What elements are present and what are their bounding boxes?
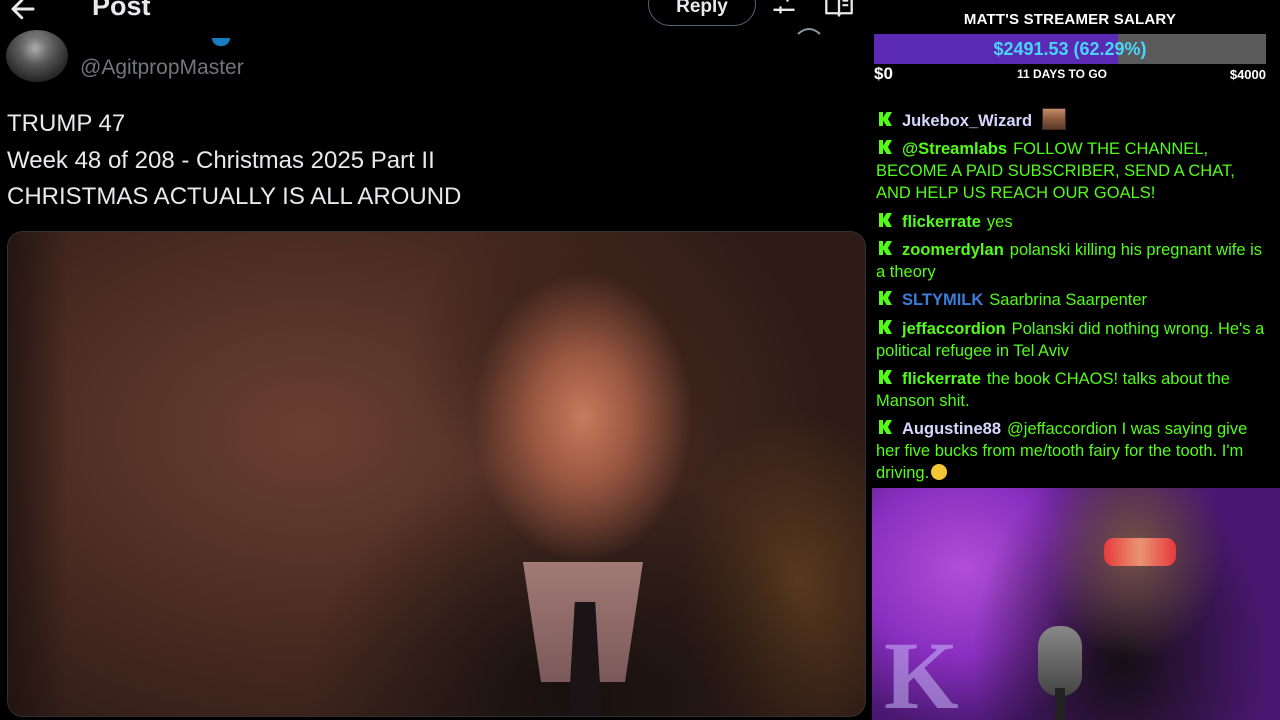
kick-badge-icon bbox=[879, 140, 893, 154]
chat-message: Jukebox_Wizard bbox=[876, 108, 1268, 132]
kick-badge-icon bbox=[879, 420, 893, 434]
chat-message: jeffaccordion Polanski did nothing wrong.… bbox=[876, 318, 1268, 362]
chat-username[interactable]: zoomerdylan bbox=[902, 241, 1004, 259]
post-pane: Post Reply @AgitpropMaster TRUMP 47 Week… bbox=[0, 0, 872, 720]
salary-days-remaining: 11 DAYS TO GO bbox=[1016, 67, 1108, 81]
kick-badge-icon bbox=[879, 112, 893, 126]
kick-badge-icon bbox=[879, 241, 893, 255]
salary-progress-bar: $2491.53 (62.29%) bbox=[874, 34, 1266, 64]
filter-settings-icon[interactable] bbox=[770, 0, 798, 18]
webcam-microphone bbox=[1038, 626, 1082, 696]
webcam-background-logo: K bbox=[884, 622, 959, 720]
chat-username[interactable]: Augustine88 bbox=[902, 420, 1001, 438]
chat-username[interactable]: jeffaccordion bbox=[902, 320, 1006, 338]
page-title: Post bbox=[92, 0, 151, 21]
verified-badge-icon bbox=[212, 38, 230, 46]
post-text: TRUMP 47 Week 48 of 208 - Christmas 2025… bbox=[7, 106, 847, 216]
reply-button[interactable]: Reply bbox=[648, 0, 756, 26]
chat-message: @Streamlabs FOLLOW THE CHANNEL, BECOME A … bbox=[876, 138, 1268, 204]
chat-username[interactable]: @Streamlabs bbox=[902, 140, 1007, 158]
chat-message: Augustine88 @jeffaccordion I was saying g… bbox=[876, 418, 1268, 484]
salary-max-label: $4000 bbox=[1229, 67, 1266, 82]
upside-down-face-emoji-icon bbox=[931, 464, 948, 480]
more-options-icon[interactable] bbox=[796, 24, 822, 38]
chat-text: yes bbox=[986, 213, 1013, 231]
chat-message: flickerrate the book CHAOS! talks about t… bbox=[876, 368, 1268, 412]
webcam-feed: K bbox=[872, 488, 1280, 720]
kick-badge-icon bbox=[879, 291, 893, 305]
post-text-line: CHRISTMAS ACTUALLY IS ALL AROUND bbox=[7, 183, 462, 210]
webcam-streamer-glasses bbox=[1104, 538, 1176, 566]
avatar[interactable] bbox=[6, 30, 68, 82]
chat-message: SLTYMILK Saarbrina Saarpenter bbox=[876, 289, 1268, 311]
salary-goal-widget: MATT'S STREAMER SALARY $2491.53 (62.29%)… bbox=[872, 0, 1280, 92]
webcam-microphone-stand bbox=[1055, 688, 1065, 720]
post-header: Post Reply bbox=[0, 0, 872, 35]
kick-badge-icon bbox=[879, 213, 893, 227]
reader-mode-icon[interactable] bbox=[824, 0, 854, 18]
salary-amount: $2491.53 (62.29%) bbox=[993, 39, 1147, 59]
post-text-line: Week 48 of 208 - Christmas 2025 Part II bbox=[7, 146, 435, 174]
author-handle[interactable]: @AgitpropMaster bbox=[80, 55, 244, 81]
back-arrow-icon[interactable] bbox=[8, 0, 38, 24]
kick-badge-icon bbox=[879, 320, 893, 334]
chat-message: zoomerdylan polanski killing his pregnant… bbox=[876, 239, 1268, 283]
post-text-line: TRUMP 47 bbox=[7, 110, 126, 137]
post-video[interactable] bbox=[7, 231, 866, 717]
chat-panel: Jukebox_Wizard @Streamlabs FOLLOW THE CHA… bbox=[872, 106, 1280, 490]
chat-username[interactable]: flickerrate bbox=[902, 213, 981, 231]
chat-username[interactable]: flickerrate bbox=[902, 370, 981, 388]
chat-username[interactable]: Jukebox_Wizard bbox=[902, 112, 1032, 130]
video-frame-shade bbox=[8, 232, 68, 716]
chat-message: flickerrate yes bbox=[876, 211, 1268, 233]
chat-text: Saarbrina Saarpenter bbox=[989, 291, 1148, 309]
chat-username[interactable]: SLTYMILK bbox=[902, 291, 983, 309]
salary-goal-title: MATT'S STREAMER SALARY bbox=[963, 11, 1177, 28]
kick-badge-icon bbox=[879, 370, 893, 384]
emote-icon bbox=[1042, 108, 1067, 130]
